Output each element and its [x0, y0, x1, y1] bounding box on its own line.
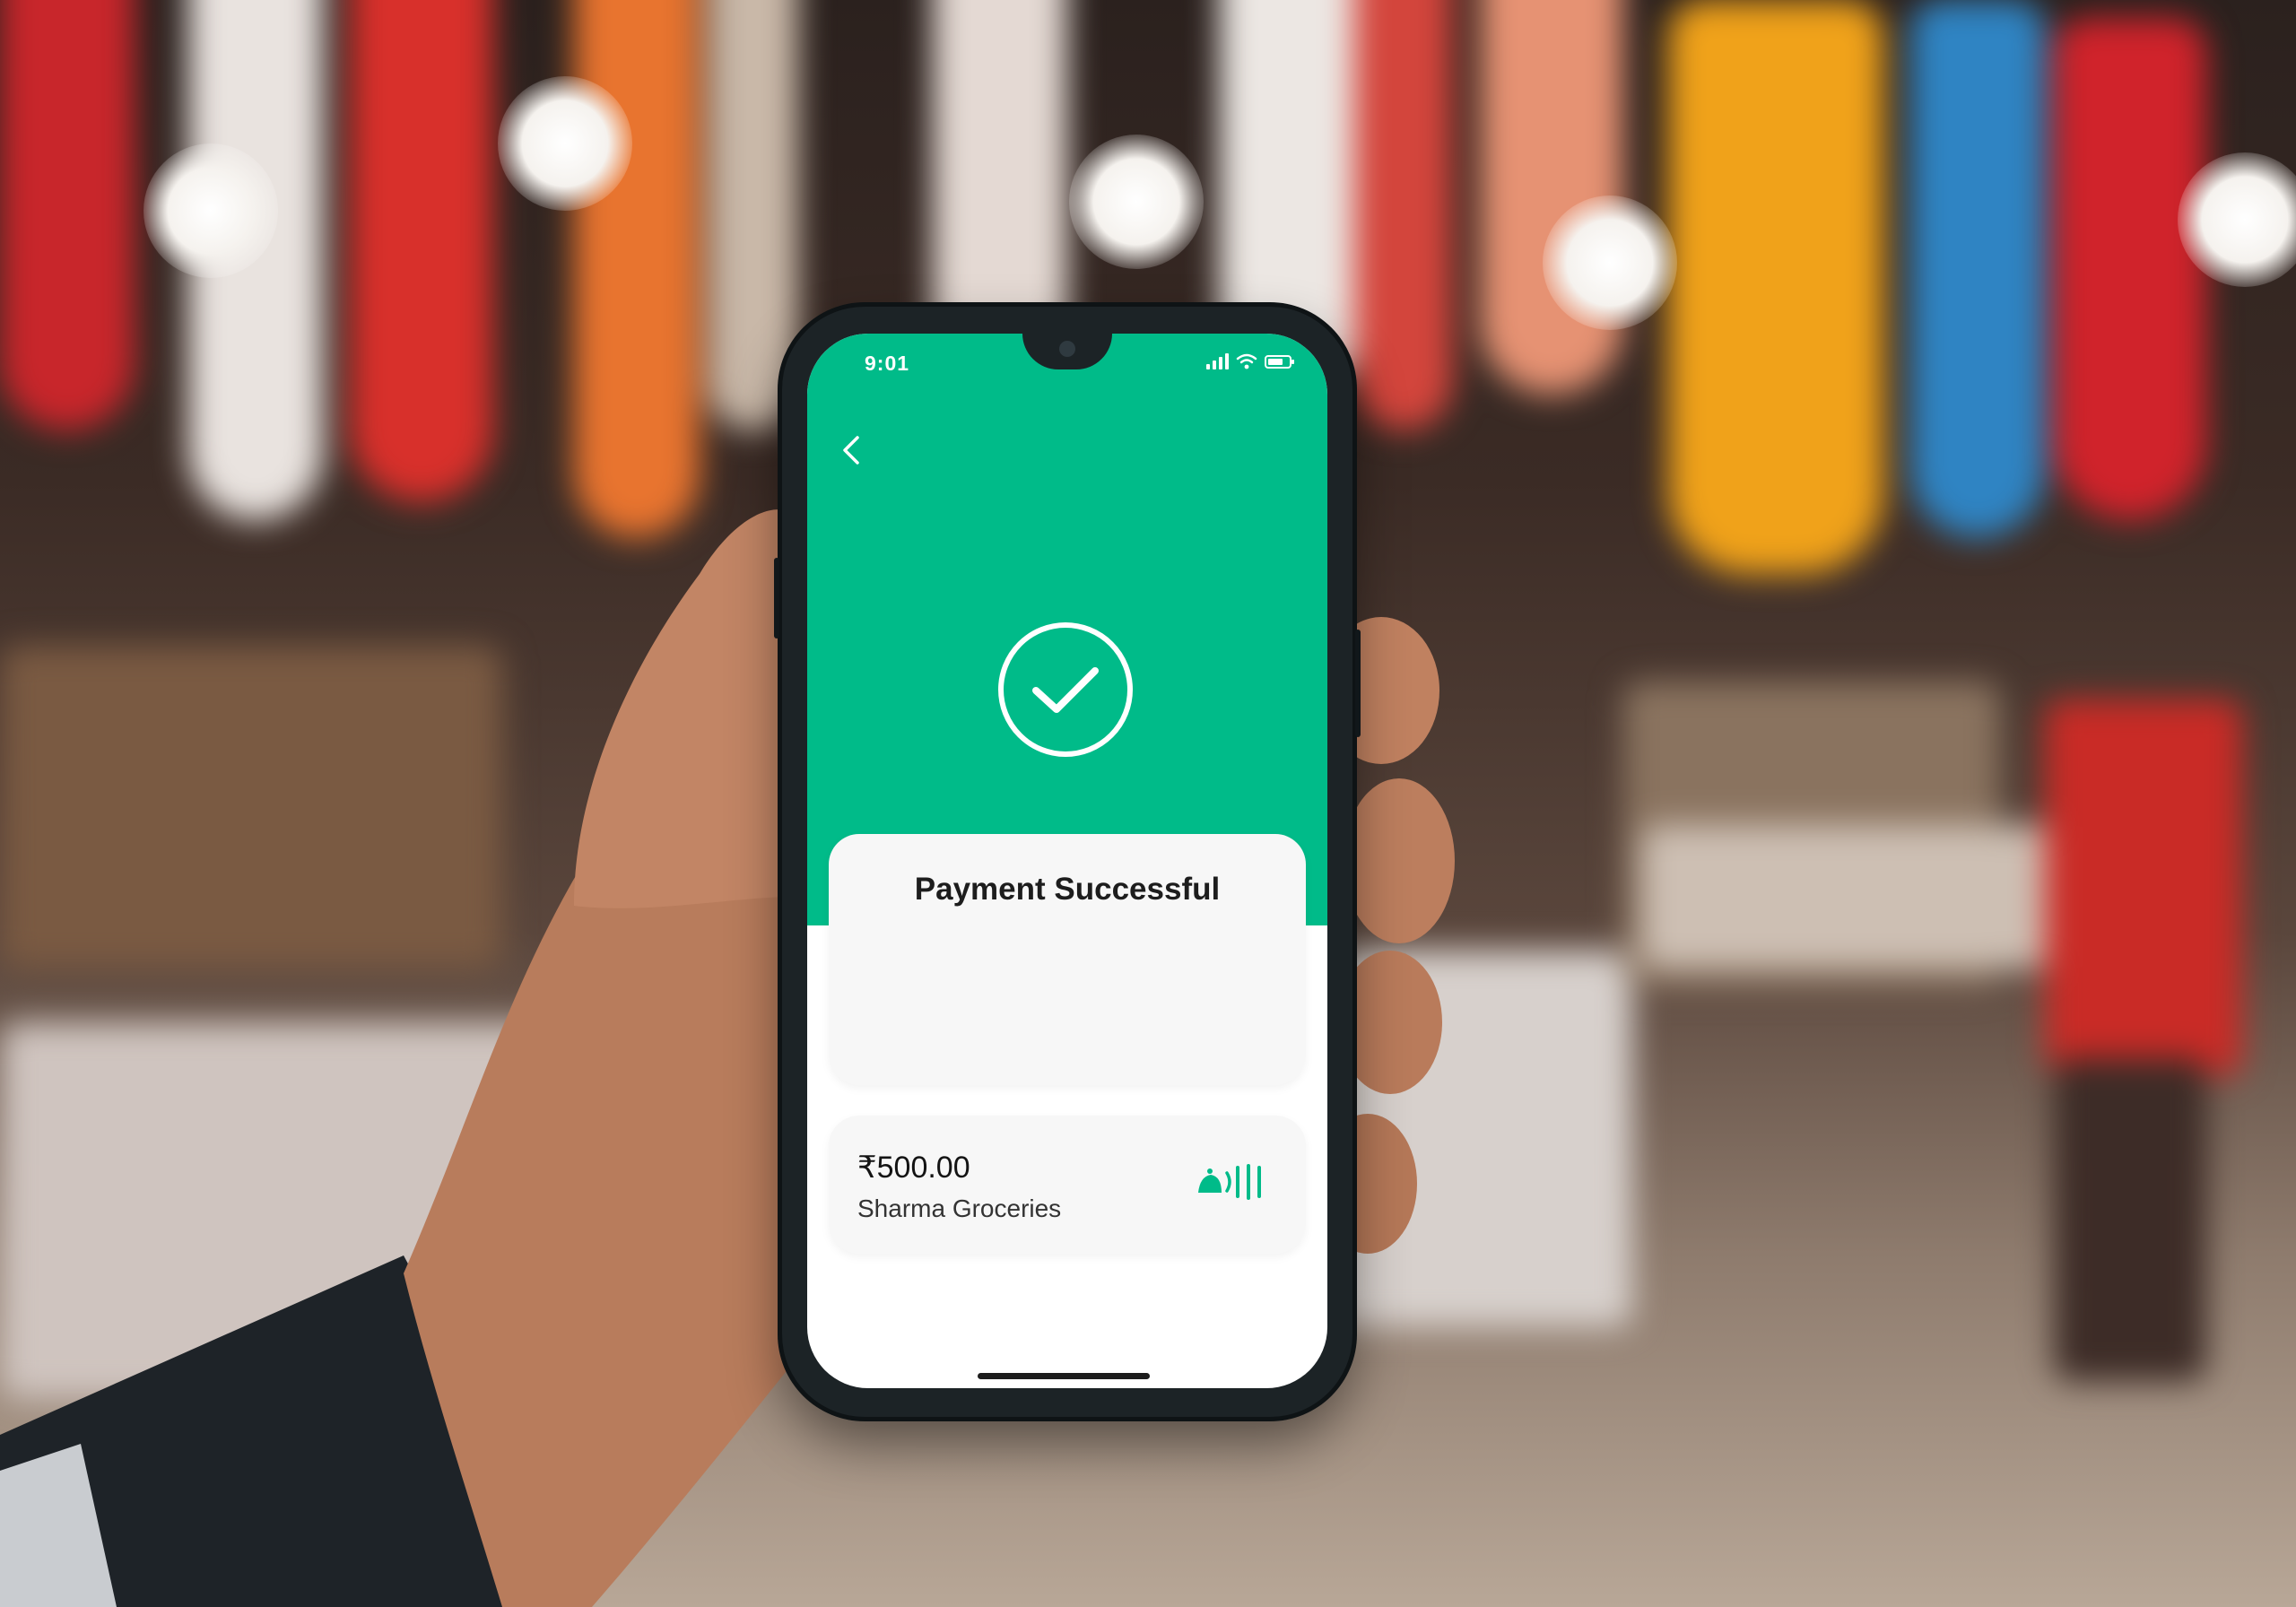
payment-amount: ₹500.00	[857, 1151, 970, 1185]
merchant-name: Sharma Groceries	[857, 1194, 1062, 1222]
volume-button	[774, 558, 779, 638]
phone-screen: 9:01 Payment Successful ₹500.00 Sharma G…	[807, 334, 1327, 1388]
power-button	[1355, 630, 1361, 737]
status-icons	[1206, 353, 1294, 369]
signal-icon	[1206, 353, 1229, 369]
battery-icon	[1265, 354, 1294, 369]
front-camera	[1059, 341, 1075, 357]
contactless-pay-icon	[1198, 1164, 1261, 1200]
checkmark-circle-icon	[998, 622, 1133, 757]
home-indicator[interactable]	[978, 1373, 1150, 1379]
status-time: 9:01	[865, 352, 910, 375]
back-chevron-icon[interactable]	[834, 432, 870, 468]
wifi-icon	[1236, 353, 1257, 369]
payment-status-title: Payment Successful	[914, 872, 1221, 907]
smartphone: 9:01 Payment Successful ₹500.00 Sharma G…	[774, 307, 1361, 1417]
payment-details-card[interactable]: ₹500.00 Sharma Groceries	[829, 1116, 1306, 1254]
status-card: Payment Successful	[829, 834, 1306, 1085]
